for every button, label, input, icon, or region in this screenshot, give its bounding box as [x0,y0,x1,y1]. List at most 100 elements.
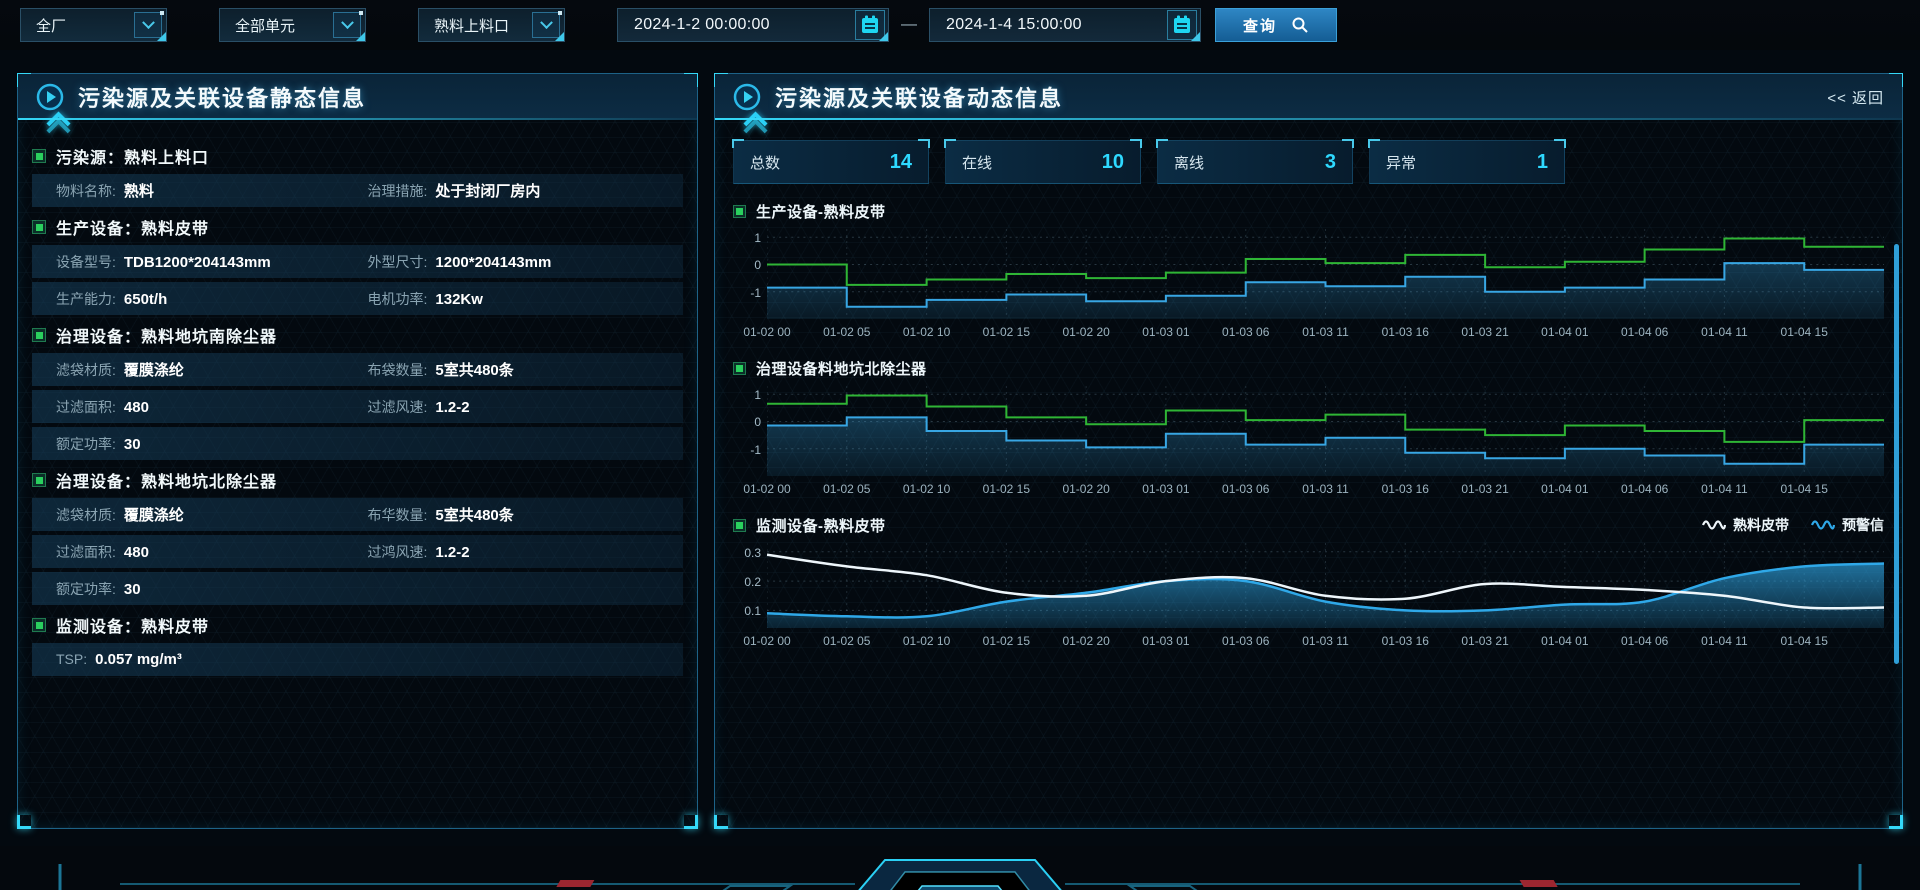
calendar-icon[interactable] [855,10,885,40]
info-label: 设备型号: [56,252,116,272]
x-tick-label: 01-04 15 [1781,634,1828,648]
x-tick-label: 01-02 10 [903,325,950,339]
info-row: 额定功率: 30 [32,572,683,605]
x-tick-label: 01-03 21 [1461,634,1508,648]
info-label: 过滤面积: [56,397,116,417]
x-tick-label: 01-04 11 [1701,482,1747,496]
y-tick-label: 0 [754,415,761,429]
section-header: 生产设备：熟料皮带 [32,211,683,243]
back-button[interactable]: << 返回 [1827,87,1884,108]
x-tick-label: 01-03 06 [1222,325,1269,339]
info-cell: 布袋数量:5室共480条 [368,359,680,380]
x-axis: 01-02 0001-02 0501-02 1001-02 1501-02 20… [767,632,1884,650]
bracket-decoration [1368,139,1380,148]
info-label: 生产能力: [56,289,116,309]
info-row: 设备型号:TDB1200*204143mm外型尺寸:1200*204143mm [32,245,683,278]
chart-svg [767,386,1884,476]
info-value: 30 [124,581,141,598]
stat-card[interactable]: 总数14 [733,140,929,184]
dynamic-content: 总数14在线10离线3异常1 生产设备-熟料皮带10-1 01-02 0001-… [715,120,1902,650]
bracket-decoration [918,139,930,148]
query-button[interactable]: 查询 [1215,8,1337,42]
info-label: 布袋数量: [368,360,428,380]
info-row: 滤袋材质:覆膜涤纶布袋数量:5室共480条 [32,353,683,386]
info-cell: 过滤风速:1.2-2 [368,397,680,417]
stat-card[interactable]: 在线10 [945,140,1141,184]
stat-value: 14 [890,151,912,174]
date-from-value: 2024-1-2 00:00:00 [634,16,770,34]
info-value: 1.2-2 [435,544,469,561]
x-tick-label: 01-04 01 [1541,482,1588,496]
date-from-input[interactable]: 2024-1-2 00:00:00 [617,8,889,42]
info-value: 650t/h [124,291,167,308]
y-tick-label: 0.1 [744,604,761,618]
x-tick-label: 01-02 05 [823,325,870,339]
stat-value: 3 [1325,151,1336,174]
info-label: 治理措施: [368,181,428,201]
pollution-source-select[interactable]: 熟料上料口 [418,8,565,42]
x-tick-label: 01-02 15 [983,482,1030,496]
info-value: 480 [124,399,149,416]
info-value: 132Kw [435,291,483,308]
info-row: 生产能力:650t/h电机功率:132Kw [32,282,683,315]
device-stats-row: 总数14 在线10 离线 3 异常 1 [733,140,1884,184]
right-panel-scrollbar[interactable] [1894,244,1899,664]
wave-line-icon [1811,517,1835,533]
x-tick-label: 01-04 06 [1621,325,1668,339]
legend-item[interactable]: 预警信 [1811,515,1884,535]
unit-select[interactable]: 全部单元 [219,8,366,42]
info-value: 0.057 mg/m³ [95,651,182,668]
date-to-input[interactable]: 2024-1-4 15:00:00 [929,8,1201,42]
x-tick-label: 01-03 16 [1382,634,1429,648]
chevron-down-icon[interactable] [333,12,361,38]
section-header: 污染源：熟料上料口 [32,140,683,172]
bracket-decoration [732,139,744,148]
section-header-label: 治理设备：熟料地坑南除尘器 [56,323,277,347]
chevron-down-icon[interactable] [532,12,560,38]
stat-value: 1 [1537,151,1548,174]
stat-card[interactable]: 离线 3 [1157,140,1353,184]
y-tick-label: -1 [750,443,761,457]
factory-select[interactable]: 全厂 [20,8,167,42]
info-label: 额定功率: [56,434,116,454]
x-tick-label: 01-02 20 [1062,634,1109,648]
green-square-icon [32,618,46,632]
chart-title: 生产设备-熟料皮带 [756,201,886,222]
chevron-decoration [48,115,70,133]
x-axis: 01-02 0001-02 0501-02 1001-02 1501-02 20… [767,323,1884,341]
x-tick-label: 01-04 15 [1781,325,1828,339]
chart-title: 监测设备-熟料皮带 [756,515,886,536]
info-cell: 滤袋材质:覆膜涤纶 [56,359,368,380]
info-value: 480 [124,544,149,561]
chevron-down-icon[interactable] [134,12,162,38]
info-cell: 额定功率: 30 [56,434,368,454]
info-row: 物料名称:熟料治理措施:处于封闭厂房内 [32,174,683,207]
section-header-label: 生产设备：熟料皮带 [56,215,209,239]
stat-label: 异常 [1386,152,1416,173]
bracket-decoration [1554,139,1566,148]
charts-area: 生产设备-熟料皮带10-1 01-02 0001-02 0501-02 1001… [733,199,1884,650]
x-tick-label: 01-03 11 [1302,325,1348,339]
info-value: 1.2-2 [435,399,469,416]
legend-label: 熟料皮带 [1733,515,1789,535]
unit-select-value: 全部单元 [235,15,295,36]
x-tick-label: 01-02 00 [743,325,790,339]
y-tick-label: -1 [750,286,761,300]
green-square-icon [32,149,46,163]
info-label: 过滤面积: [56,542,116,562]
x-tick-label: 01-03 21 [1461,325,1508,339]
info-label: 过鸿风速: [368,542,428,562]
stat-label: 离线 [1174,152,1204,173]
play-icon [733,83,761,111]
calendar-icon[interactable] [1167,10,1197,40]
chart-1: 治理设备料地坑北除尘器10-1 01-02 0001-02 0501-02 10… [733,356,1884,498]
stat-card[interactable]: 异常 1 [1369,140,1565,184]
info-label: 额定功率: [56,579,116,599]
static-info-panel: 污染源及关联设备静态信息 污染源：熟料上料口物料名称:熟料治理措施:处于封闭厂房… [17,73,698,829]
info-value: 30 [124,436,141,453]
green-square-icon [32,220,46,234]
date-range-separator: — [901,16,917,34]
info-cell: 生产能力: 650t/h [56,289,368,309]
legend-item[interactable]: 熟料皮带 [1702,515,1789,535]
x-tick-label: 01-02 05 [823,482,870,496]
